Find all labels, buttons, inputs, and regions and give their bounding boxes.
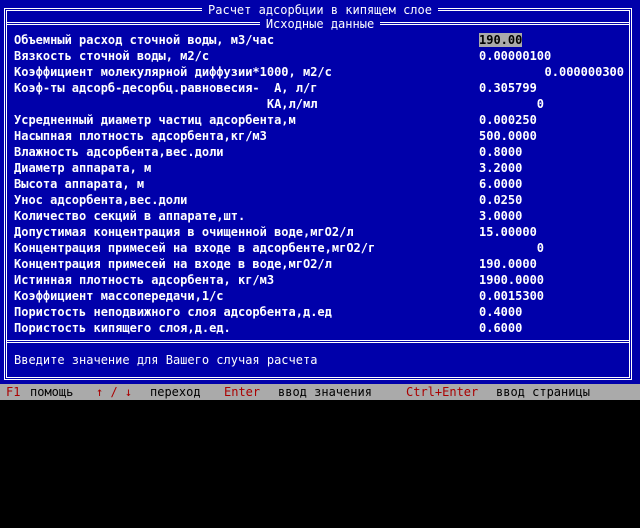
field-row-entrainment[interactable]: Унос адсорбента,вес.доли 0.0250 bbox=[14, 192, 614, 208]
divider-bottom bbox=[7, 340, 629, 343]
field-label: Коэф-ты адсорб-десорбц.равновесия- A, л/… bbox=[14, 81, 318, 95]
field-row-mass-transfer[interactable]: Коэффициент массопередачи,1/с 0.0015300 bbox=[14, 288, 614, 304]
field-value-input[interactable]: 0.00000100 bbox=[479, 48, 594, 64]
field-value-input[interactable]: 0.0015300 bbox=[479, 288, 594, 304]
field-value-input[interactable]: 0 bbox=[479, 96, 544, 112]
f1-key[interactable]: F1 bbox=[6, 384, 20, 400]
field-row-allowed-concentration[interactable]: Допустимая концентрация в очищенной воде… bbox=[14, 224, 614, 240]
field-row-inlet-water-concentration[interactable]: Концентрация примесей на входе в воде,мг… bbox=[14, 256, 614, 272]
field-value-input[interactable]: 500.0000 bbox=[479, 128, 594, 144]
field-value-input[interactable]: 0.6000 bbox=[479, 320, 594, 336]
field-value-input[interactable]: 0.000000300 bbox=[514, 64, 624, 80]
field-row-diffusion[interactable]: Коэффициент молекулярной диффузии*1000, … bbox=[14, 64, 624, 80]
field-label: Унос адсорбента,вес.доли bbox=[14, 193, 188, 207]
field-label: Количество секций в аппарате,шт. bbox=[14, 209, 246, 223]
field-row-coef-a[interactable]: Коэф-ты адсорб-десорбц.равновесия- A, л/… bbox=[14, 80, 614, 96]
field-row-sections[interactable]: Количество секций в аппарате,шт. 3.0000 bbox=[14, 208, 614, 224]
hint-message: Введите значение для Вашего случая расче… bbox=[14, 353, 318, 367]
field-value-input[interactable]: 0.4000 bbox=[479, 304, 594, 320]
window-title-text: Расчет адсорбции в кипящем слое bbox=[202, 3, 438, 17]
field-value-input[interactable]: 3.0000 bbox=[479, 208, 594, 224]
field-label: Диаметр аппарата, м bbox=[14, 161, 152, 175]
field-label: KA,л/мл bbox=[14, 97, 318, 111]
field-row-particle-diameter[interactable]: Усредненный диаметр частиц адсорбента,м … bbox=[14, 112, 614, 128]
field-label: Концентрация примесей на входе в адсорбе… bbox=[14, 241, 376, 255]
field-label: Коэффициент массопередачи,1/с bbox=[14, 289, 224, 303]
field-label: Усредненный диаметр частиц адсорбента,м bbox=[14, 113, 296, 127]
field-value-input[interactable]: 1900.0000 bbox=[479, 272, 594, 288]
field-row-viscosity[interactable]: Вязкость сточной воды, м2/с 0.00000100 bbox=[14, 48, 614, 64]
field-value-input[interactable]: 0 bbox=[479, 240, 544, 256]
field-row-bulk-density[interactable]: Насыпная плотность адсорбента,кг/м3 500.… bbox=[14, 128, 614, 144]
field-label: Высота аппарата, м bbox=[14, 177, 145, 191]
field-row-fluidized-bed-porosity[interactable]: Пористость кипящего слоя,д.ед. 0.6000 bbox=[14, 320, 614, 336]
field-value-input[interactable]: 15.00000 bbox=[479, 224, 594, 240]
field-row-coef-ka[interactable]: KA,л/мл 0 bbox=[14, 96, 614, 112]
field-value-input[interactable]: 190.00 bbox=[479, 32, 594, 48]
field-label: Влажность адсорбента,вес.доли bbox=[14, 145, 224, 159]
field-label: Вязкость сточной воды, м2/с bbox=[14, 49, 210, 63]
enter-value-label[interactable]: ввод значения bbox=[278, 384, 372, 400]
help-label[interactable]: помощь bbox=[30, 384, 73, 400]
field-value-input[interactable]: 190.0000 bbox=[479, 256, 594, 272]
selected-value[interactable]: 190.00 bbox=[479, 33, 523, 47]
section-title-text: Исходные данные bbox=[259, 17, 381, 31]
field-row-apparatus-height[interactable]: Высота аппарата, м 6.0000 bbox=[14, 176, 614, 192]
enter-key[interactable]: Enter bbox=[224, 384, 260, 400]
field-value-input[interactable]: 6.0000 bbox=[479, 176, 594, 192]
field-label: Насыпная плотность адсорбента,кг/м3 bbox=[14, 129, 267, 143]
field-row-fixed-bed-porosity[interactable]: Пористость неподвижного слоя адсорбента,… bbox=[14, 304, 614, 320]
field-value-input[interactable]: 0.000250 bbox=[479, 112, 594, 128]
navigate-label[interactable]: переход bbox=[150, 384, 201, 400]
arrow-keys[interactable]: ↑ / ↓ bbox=[96, 384, 132, 400]
field-row-inlet-adsorbent-concentration[interactable]: Концентрация примесей на входе в адсорбе… bbox=[14, 240, 614, 256]
section-title: Исходные данные bbox=[0, 16, 640, 32]
main-window: Расчет адсорбции в кипящем слое Исходные… bbox=[0, 0, 640, 384]
field-label: Пористость неподвижного слоя адсорбента,… bbox=[14, 305, 332, 319]
status-bar: F1 помощь ↑ / ↓ переход Enter ввод значе… bbox=[0, 384, 640, 400]
field-label: Концентрация примесей на входе в воде,мг… bbox=[14, 257, 332, 271]
field-value-input[interactable]: 0.305799 bbox=[479, 80, 594, 96]
field-value-input[interactable]: 0.8000 bbox=[479, 144, 594, 160]
field-row-apparatus-diameter[interactable]: Диаметр аппарата, м 3.2000 bbox=[14, 160, 614, 176]
field-row-flow-rate[interactable]: Объемный расход сточной воды, м3/час 190… bbox=[14, 32, 614, 48]
field-label: Коэффициент молекулярной диффузии*1000, … bbox=[14, 65, 332, 79]
enter-page-label[interactable]: ввод страницы bbox=[496, 384, 590, 400]
field-label: Истинная плотность адсорбента, кг/м3 bbox=[14, 273, 275, 287]
ctrl-enter-key[interactable]: Ctrl+Enter bbox=[406, 384, 478, 400]
field-row-true-density[interactable]: Истинная плотность адсорбента, кг/м3 190… bbox=[14, 272, 614, 288]
field-label: Объемный расход сточной воды, м3/час bbox=[14, 33, 275, 47]
field-value-input[interactable]: 0.0250 bbox=[479, 192, 594, 208]
field-row-moisture[interactable]: Влажность адсорбента,вес.доли 0.8000 bbox=[14, 144, 614, 160]
field-value-input[interactable]: 3.2000 bbox=[479, 160, 594, 176]
field-label: Пористость кипящего слоя,д.ед. bbox=[14, 321, 231, 335]
field-label: Допустимая концентрация в очищенной воде… bbox=[14, 225, 354, 239]
